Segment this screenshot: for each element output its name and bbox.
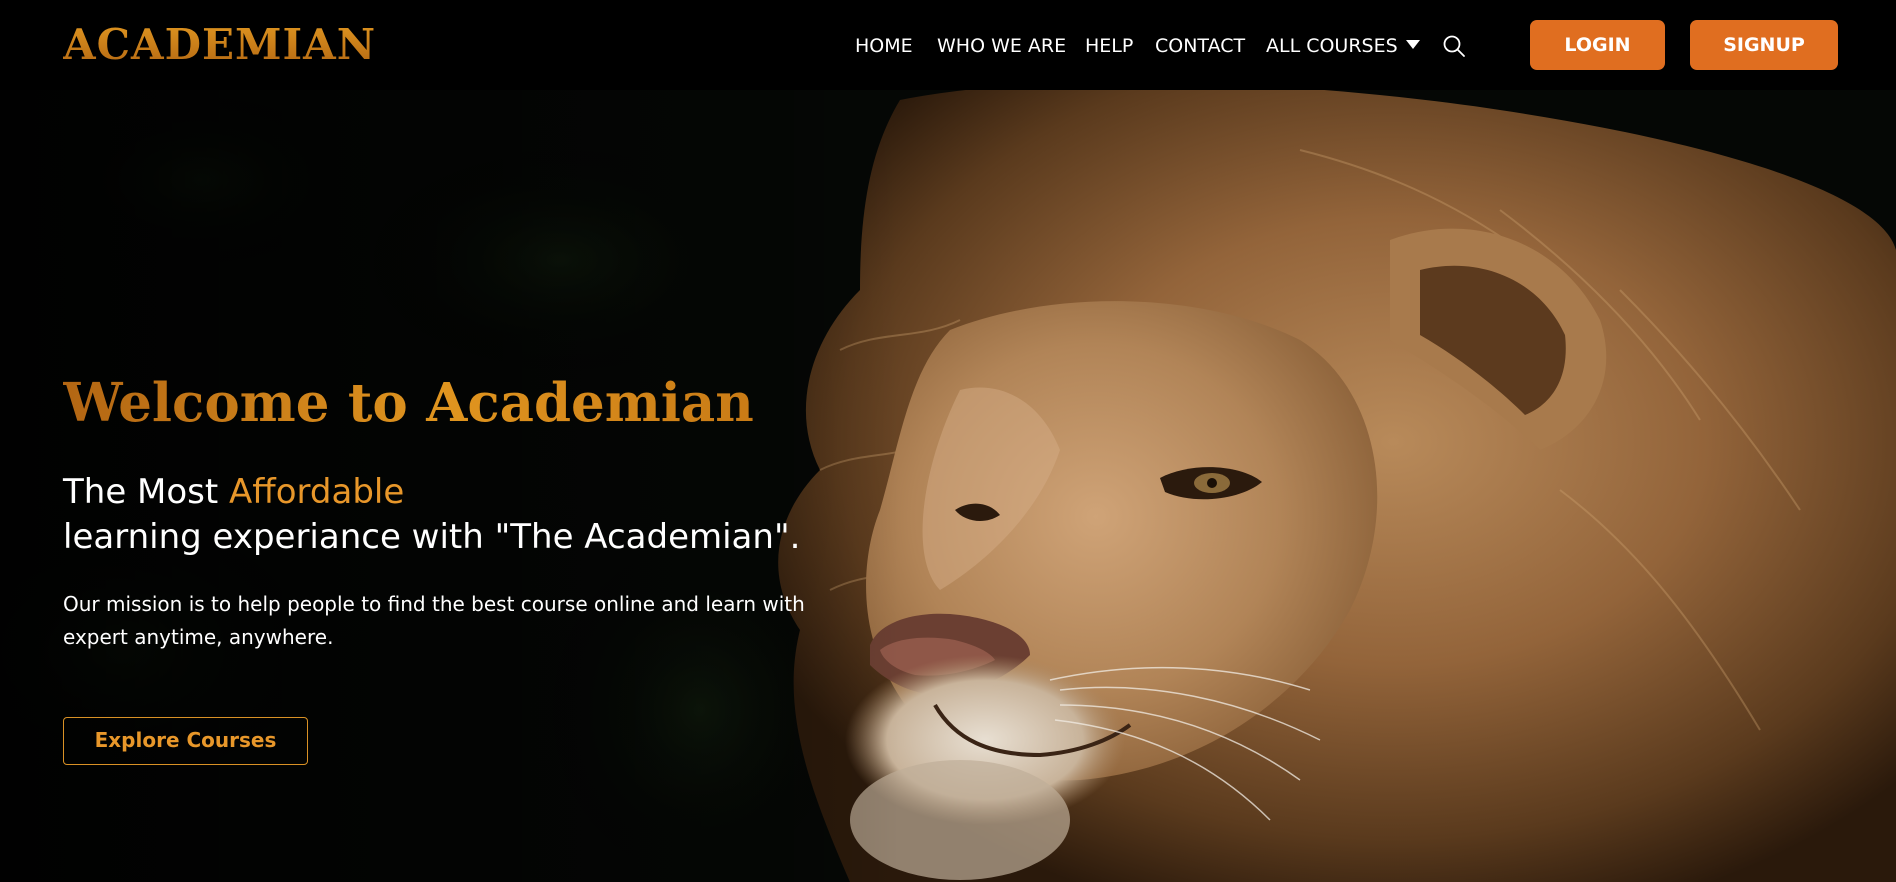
hero-tagline: The Most Affordable learning experiance … [63, 470, 800, 560]
mission-statement: Our mission is to help people to find th… [63, 592, 805, 649]
caret-down-icon [1405, 40, 1420, 49]
nav-link-contact[interactable]: CONTACT [1155, 32, 1245, 60]
nav-dropdown-all-courses[interactable]: ALL COURSES [1266, 32, 1420, 60]
explore-courses-button[interactable]: Explore Courses [63, 717, 308, 765]
nav-dropdown-label: ALL COURSES [1266, 35, 1398, 57]
nav-link-home[interactable]: HOME [855, 32, 913, 60]
tagline-accent-word: Affordable [229, 472, 405, 512]
hero-title: Welcome to Academian [63, 372, 754, 434]
landing-page: ACADEMIAN HOME WHO WE ARE HELP CONTACT A… [0, 0, 1896, 882]
tagline-line-two: learning experiance with "The Academian"… [63, 517, 801, 557]
nav-link-help[interactable]: HELP [1085, 32, 1133, 60]
signup-button[interactable]: SIGNUP [1690, 20, 1838, 70]
login-button[interactable]: LOGIN [1530, 20, 1665, 70]
nav-link-who-we-are[interactable]: WHO WE ARE [937, 32, 1066, 60]
hero-section: Welcome to Academian The Most Affordable… [0, 90, 1896, 882]
site-logo[interactable]: ACADEMIAN [63, 18, 376, 72]
tagline-prefix: The Most [63, 472, 230, 512]
navbar: ACADEMIAN HOME WHO WE ARE HELP CONTACT A… [0, 0, 1896, 90]
search-icon[interactable] [1442, 34, 1466, 58]
